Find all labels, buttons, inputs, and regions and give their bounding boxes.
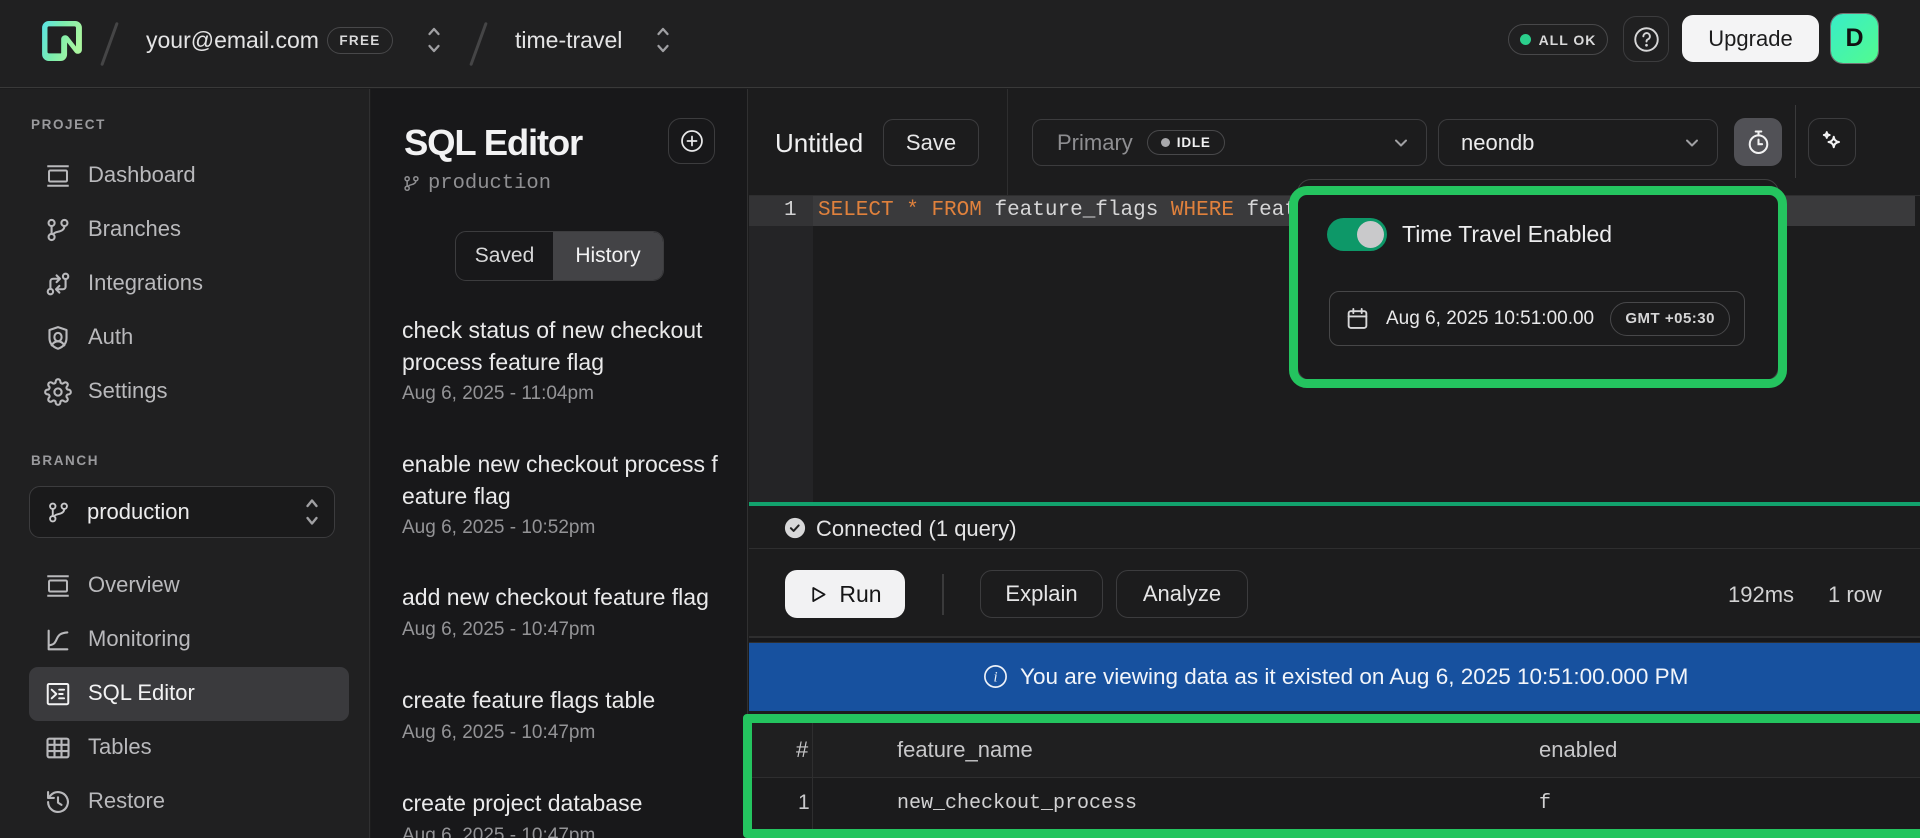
svg-text:i: i	[993, 670, 997, 686]
